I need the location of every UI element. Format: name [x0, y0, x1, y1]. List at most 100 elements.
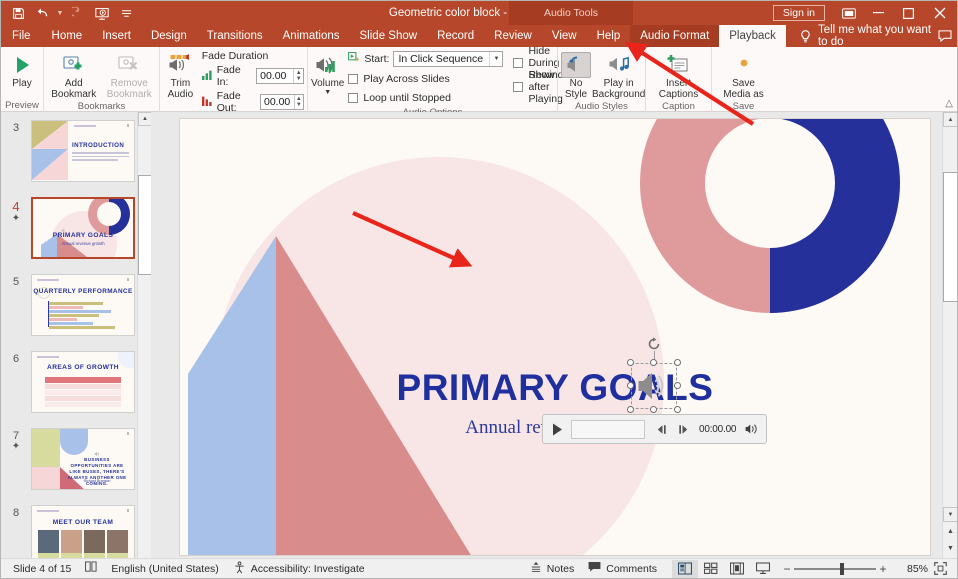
collapse-ribbon-icon[interactable]: △ — [945, 98, 953, 109]
volume-button[interactable]: Volume ▼ — [311, 49, 344, 96]
tab-animations[interactable]: Animations — [273, 25, 350, 47]
fade-out-input[interactable] — [260, 95, 294, 109]
fade-out-stepper[interactable]: ▲▼ — [259, 94, 304, 110]
resize-handle-n[interactable] — [650, 359, 657, 366]
minimize-button[interactable] — [863, 1, 893, 25]
tab-help[interactable]: Help — [587, 25, 631, 47]
no-style-button[interactable]: No Style — [561, 49, 591, 100]
fade-in-stepper[interactable]: ▲▼ — [256, 68, 304, 84]
next-slide-button[interactable]: ▼ — [943, 540, 957, 556]
save-icon[interactable] — [7, 3, 29, 23]
rotation-handle[interactable] — [647, 337, 661, 351]
slide-sorter-view-button[interactable] — [698, 560, 724, 578]
playback-progress-track[interactable] — [570, 419, 646, 439]
checkbox-box[interactable] — [348, 92, 359, 103]
feedback-icon[interactable] — [932, 25, 957, 47]
tab-audio-format[interactable]: Audio Format — [630, 25, 720, 47]
zoom-knob[interactable] — [840, 562, 844, 575]
zoom-percentage[interactable]: 85% — [894, 563, 928, 575]
redo-icon[interactable] — [67, 3, 89, 23]
thumbnail-item-3[interactable]: 3 INTRODUCTION — [1, 120, 151, 182]
zoom-track[interactable] — [794, 562, 876, 575]
canvas-scrollbar[interactable]: ▲ ▼ ▲ ▼ — [942, 112, 957, 558]
canvas-scroll-down-button[interactable]: ▼ — [943, 507, 957, 522]
tab-playback[interactable]: Playback — [719, 25, 786, 47]
ribbon-display-options-icon[interactable] — [835, 1, 863, 25]
thumbnail-item-5[interactable]: 5 QUARTERLY PERFORMANCE — [1, 274, 151, 336]
undo-icon[interactable] — [31, 3, 53, 23]
remove-bookmark-button[interactable]: Remove Bookmark — [103, 49, 157, 100]
zoom-out-button[interactable]: − — [780, 562, 794, 576]
tab-slide-show[interactable]: Slide Show — [350, 25, 428, 47]
thumbnail-preview-5[interactable]: QUARTERLY PERFORMANCE — [31, 274, 135, 336]
resize-handle-nw[interactable] — [627, 359, 634, 366]
thumbnail-scroll-thumb[interactable] — [138, 175, 151, 275]
play-across-slides-checkbox[interactable]: Play Across Slides — [348, 70, 503, 87]
thumbnail-preview-4[interactable]: PRIMARY GOALS Annual revenue growth — [31, 197, 135, 259]
resize-handle-ne[interactable] — [674, 359, 681, 366]
fit-slide-icon[interactable] — [928, 562, 952, 575]
thumbnail-item-4[interactable]: 4 ✦ PRIMARY GOALS Annual revenue growth — [1, 197, 151, 259]
zoom-slider[interactable]: − + — [780, 562, 890, 576]
zoom-in-button[interactable]: + — [876, 562, 890, 576]
thumbnail-item-6[interactable]: 6 AREAS OF GROWTH — [1, 351, 151, 413]
thumbnail-preview-8[interactable]: MEET OUR TEAM — [31, 505, 135, 558]
resize-handle-sw[interactable] — [627, 406, 634, 413]
thumbnail-preview-6[interactable]: AREAS OF GROWTH — [31, 351, 135, 413]
thumbnail-preview-7[interactable]: BUSINESS OPPORTUNITIES ARE LIKE BUSES, T… — [31, 428, 135, 490]
start-dropdown[interactable]: In Click Sequence ▼ — [393, 51, 504, 67]
canvas-scroll-thumb[interactable] — [943, 172, 957, 302]
tab-design[interactable]: Design — [141, 25, 197, 47]
checkbox-box[interactable] — [348, 73, 359, 84]
notes-page-status[interactable] — [78, 559, 104, 579]
undo-dropdown-icon[interactable]: ▼ — [55, 10, 65, 17]
thumbnail-preview-3[interactable]: INTRODUCTION — [31, 120, 135, 182]
slide-number-status[interactable]: Slide 4 of 15 — [6, 559, 78, 579]
fade-in-spin-arrows[interactable]: ▲ ▼ — [293, 69, 303, 83]
volume-dropdown-icon[interactable]: ▼ — [324, 89, 331, 96]
previous-slide-button[interactable]: ▲ — [943, 523, 957, 539]
play-in-background-button[interactable]: Play in Background — [592, 49, 645, 100]
tab-insert[interactable]: Insert — [92, 25, 141, 47]
rewind-after-playing-checkbox[interactable]: Rewind after Playing — [513, 69, 563, 105]
checkbox-box[interactable] — [513, 57, 524, 68]
notes-button[interactable]: Notes — [523, 559, 581, 579]
tab-file[interactable]: File — [1, 25, 42, 47]
slide-canvas[interactable]: PRIMARY GOALS Annual revenue growth — [151, 112, 957, 558]
resize-handle-e[interactable] — [674, 382, 681, 389]
trim-audio-button[interactable]: Trim Audio — [163, 49, 198, 100]
thumbnail-item-7[interactable]: 7 ✦ BUSINESS OPPORTUNITIES ARE LIKE BUSE… — [1, 428, 151, 490]
tab-home[interactable]: Home — [42, 25, 93, 47]
customize-qat-icon[interactable] — [115, 3, 137, 23]
accessibility-status[interactable]: Accessibility: Investigate — [226, 559, 372, 579]
tab-record[interactable]: Record — [427, 25, 484, 47]
skip-forward-button[interactable] — [675, 420, 690, 438]
normal-view-button[interactable] — [672, 559, 698, 578]
maximize-button[interactable] — [893, 1, 923, 25]
thumbnail-scroll-up-button[interactable]: ▲ — [138, 112, 151, 126]
insert-captions-button[interactable]: Insert Captions — [649, 49, 708, 100]
tab-transitions[interactable]: Transitions — [197, 25, 273, 47]
resize-handle-s[interactable] — [650, 406, 657, 413]
reading-view-button[interactable] — [724, 560, 750, 578]
canvas-scroll-up-button[interactable]: ▲ — [943, 112, 957, 127]
start-presentation-icon[interactable] — [91, 3, 113, 23]
add-bookmark-button[interactable]: Add Bookmark — [47, 49, 101, 100]
close-button[interactable] — [923, 1, 957, 25]
resize-handle-w[interactable] — [627, 382, 634, 389]
language-status[interactable]: English (United States) — [104, 559, 225, 579]
resize-handle-se[interactable] — [674, 406, 681, 413]
sign-in-button[interactable]: Sign in — [772, 5, 825, 21]
current-slide[interactable]: PRIMARY GOALS Annual revenue growth — [179, 118, 931, 556]
fade-out-spin-arrows[interactable]: ▲ ▼ — [293, 95, 303, 109]
checkbox-box[interactable] — [513, 81, 524, 92]
chevron-down-icon[interactable]: ▼ — [489, 52, 502, 66]
skip-back-button[interactable] — [655, 420, 670, 438]
audio-object[interactable] — [627, 337, 681, 413]
save-media-as-button[interactable]: Save Media as — [715, 49, 772, 100]
play-button[interactable]: Play — [4, 49, 40, 89]
slide-show-button[interactable] — [750, 560, 776, 578]
comments-button[interactable]: Comments — [581, 559, 664, 579]
tell-me-search[interactable]: Tell me what you want to do — [786, 24, 932, 48]
play-pause-button[interactable] — [549, 419, 566, 439]
